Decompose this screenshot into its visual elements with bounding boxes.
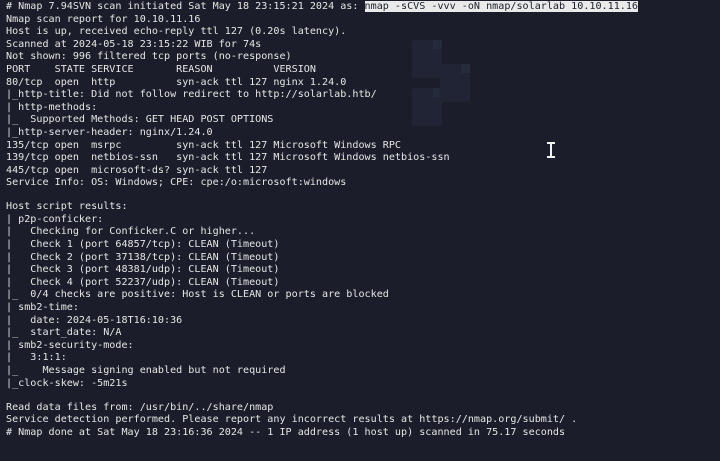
output-line: | Check 3 (port 48381/udp): CLEAN (Timeo…: [6, 264, 280, 276]
output-line: |_clock-skew: -5m21s: [6, 377, 128, 389]
output-line: | smb2-time:: [6, 302, 79, 314]
output-line: |_http-title: Did not follow redirect to…: [6, 89, 377, 101]
output-line: Nmap scan report for 10.10.11.16: [6, 13, 201, 25]
output-line: | http-methods:: [6, 101, 98, 113]
output-line: Service Info: OS: Windows; CPE: cpe:/o:m…: [6, 177, 347, 189]
output-line: Host script results:: [6, 201, 128, 213]
output-line: | smb2-security-mode:: [6, 339, 134, 351]
scan-header-line: # Nmap 7.94SVN scan initiated Sat May 18…: [6, 1, 639, 14]
port-table-header: PORT STATE SERVICE REASON VERSION: [6, 63, 316, 75]
output-line: Not shown: 996 filtered tcp ports (no-re…: [6, 51, 292, 63]
output-line: |_ 0/4 checks are positive: Host is CLEA…: [6, 289, 389, 301]
output-line: | Checking for Conficker.C or higher...: [6, 226, 256, 238]
output-line: | date: 2024-05-18T16:10:36: [6, 314, 183, 326]
output-line: |_ Supported Methods: GET HEAD POST OPTI…: [6, 114, 274, 126]
scan-footer-line: # Nmap done at Sat May 18 23:16:36 2024 …: [6, 426, 566, 438]
output-line: | Check 4 (port 52237/udp): CLEAN (Timeo…: [6, 276, 280, 288]
output-line: Read data files from: /usr/bin/../share/…: [6, 401, 274, 413]
output-line: | Check 1 (port 64857/tcp): CLEAN (Timeo…: [6, 239, 280, 251]
output-line: 139/tcp open netbios-ssn syn-ack ttl 127…: [6, 152, 450, 164]
terminal-output: # Nmap 7.94SVN scan initiated Sat May 18…: [6, 1, 639, 439]
text-cursor-ibeam-icon: [547, 142, 555, 158]
output-line: 135/tcp open msrpc syn-ack ttl 127 Micro…: [6, 139, 402, 151]
header-prefix: # Nmap 7.94SVN scan initiated Sat May 18…: [6, 1, 365, 12]
output-line: Service detection performed. Please repo…: [6, 414, 578, 426]
output-line: |_ Message signing enabled but not requi…: [6, 365, 286, 377]
output-line: 80/tcp open http syn-ack ttl 127 nginx 1…: [6, 76, 347, 88]
output-line: |_ start_date: N/A: [6, 327, 122, 339]
output-line: Host is up, received echo-reply ttl 127 …: [6, 26, 347, 38]
output-line: | 3:1:1:: [6, 352, 67, 364]
output-line: | p2p-conficker:: [6, 213, 104, 225]
output-line: | Check 2 (port 37138/tcp): CLEAN (Timeo…: [6, 251, 280, 263]
output-line: 445/tcp open microsoft-ds? syn-ack ttl 1…: [6, 164, 268, 176]
output-line: |_http-server-header: nginx/1.24.0: [6, 126, 213, 138]
output-line: Scanned at 2024-05-18 23:15:22 WIB for 7…: [6, 38, 262, 50]
terminal-window[interactable]: # Nmap 7.94SVN scan initiated Sat May 18…: [0, 0, 720, 461]
selected-command-text[interactable]: nmap -sCVS -vvv -oN nmap/solarlab 10.10.…: [364, 1, 639, 12]
